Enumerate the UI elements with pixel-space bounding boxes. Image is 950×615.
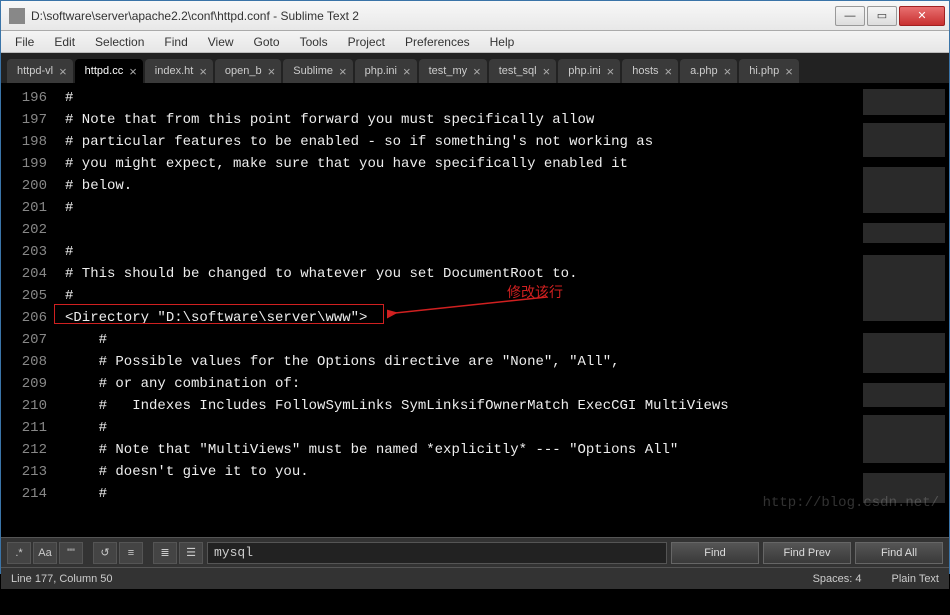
tab-close-icon[interactable]: ×: [607, 65, 615, 78]
menubar: FileEditSelectionFind ViewGotoToolsProjec…: [1, 31, 949, 53]
line-number: 203: [1, 241, 47, 263]
tab-4[interactable]: Sublime ×: [283, 59, 352, 83]
tab-label: php.ini: [568, 65, 600, 77]
highlight-box: [54, 304, 384, 324]
menu-project[interactable]: Project: [340, 33, 393, 51]
line-number: 211: [1, 417, 47, 439]
line-number: 208: [1, 351, 47, 373]
line-number: 202: [1, 219, 47, 241]
line-number: 199: [1, 153, 47, 175]
menu-view[interactable]: View: [200, 33, 242, 51]
menu-selection[interactable]: Selection: [87, 33, 152, 51]
line-number: 200: [1, 175, 47, 197]
tab-close-icon[interactable]: ×: [543, 65, 551, 78]
tab-label: httpd-vl: [17, 65, 53, 77]
find-opt-0[interactable]: .*: [7, 542, 31, 564]
menu-preferences[interactable]: Preferences: [397, 33, 478, 51]
tab-1[interactable]: httpd.cc ×: [75, 59, 143, 83]
menu-file[interactable]: File: [7, 33, 42, 51]
tab-label: index.ht: [155, 65, 194, 77]
tab-close-icon[interactable]: ×: [268, 65, 276, 78]
line-number: 212: [1, 439, 47, 461]
tab-close-icon[interactable]: ×: [724, 65, 732, 78]
tab-9[interactable]: hosts ×: [622, 59, 678, 83]
line-number: 204: [1, 263, 47, 285]
titlebar: D:\software\server\apache2.2\conf\httpd.…: [1, 1, 949, 31]
tab-label: open_b: [225, 65, 262, 77]
editor[interactable]: 1961971981992002012022032042052062072082…: [1, 83, 949, 537]
tab-3[interactable]: open_b ×: [215, 59, 281, 83]
code-text[interactable]: # # Note that from this point forward yo…: [65, 87, 859, 505]
tab-0[interactable]: httpd-vl ×: [7, 59, 73, 83]
line-number: 198: [1, 131, 47, 153]
annotation-text: 修改该行: [507, 283, 563, 305]
line-number: 196: [1, 87, 47, 109]
tab-close-icon[interactable]: ×: [339, 65, 347, 78]
window-buttons: — ▭ ✕: [833, 6, 945, 26]
status-position: Line 177, Column 50: [11, 573, 113, 585]
tab-2[interactable]: index.ht ×: [145, 59, 213, 83]
tab-label: hosts: [632, 65, 658, 77]
find-all-button[interactable]: Find All: [855, 542, 943, 564]
line-number: 205: [1, 285, 47, 307]
status-syntax[interactable]: Plain Text: [892, 573, 940, 585]
tab-label: a.php: [690, 65, 718, 77]
tab-11[interactable]: hi.php ×: [739, 59, 799, 83]
tab-label: test_sql: [499, 65, 537, 77]
tab-close-icon[interactable]: ×: [473, 65, 481, 78]
maximize-button[interactable]: ▭: [867, 6, 897, 26]
tab-label: hi.php: [749, 65, 779, 77]
app-icon: [9, 8, 25, 24]
menu-find[interactable]: Find: [156, 33, 195, 51]
line-number: 209: [1, 373, 47, 395]
tab-close-icon[interactable]: ×: [665, 65, 673, 78]
window-title: D:\software\server\apache2.2\conf\httpd.…: [31, 9, 833, 23]
menu-goto[interactable]: Goto: [246, 33, 288, 51]
line-number: 213: [1, 461, 47, 483]
line-number: 207: [1, 329, 47, 351]
menu-help[interactable]: Help: [482, 33, 523, 51]
close-button[interactable]: ✕: [899, 6, 945, 26]
tab-5[interactable]: php.ini ×: [355, 59, 417, 83]
tab-6[interactable]: test_my ×: [419, 59, 487, 83]
tab-label: php.ini: [365, 65, 397, 77]
tab-close-icon[interactable]: ×: [785, 65, 793, 78]
line-number: 201: [1, 197, 47, 219]
minimap[interactable]: [859, 83, 949, 537]
status-spaces[interactable]: Spaces: 4: [813, 573, 862, 585]
tab-close-icon[interactable]: ×: [59, 65, 67, 78]
tab-7[interactable]: test_sql ×: [489, 59, 557, 83]
line-gutter: 1961971981992002012022032042052062072082…: [1, 83, 57, 537]
menu-tools[interactable]: Tools: [292, 33, 336, 51]
line-number: 214: [1, 483, 47, 505]
tab-10[interactable]: a.php ×: [680, 59, 737, 83]
line-number: 210: [1, 395, 47, 417]
line-number: 197: [1, 109, 47, 131]
tab-label: Sublime: [293, 65, 333, 77]
tabbar: httpd-vl×httpd.cc×index.ht×open_b×Sublim…: [1, 53, 949, 83]
code-area[interactable]: # # Note that from this point forward yo…: [57, 83, 859, 537]
tab-label: httpd.cc: [85, 65, 124, 77]
find-opt-1[interactable]: Aa: [33, 542, 57, 564]
tab-8[interactable]: php.ini ×: [558, 59, 620, 83]
tab-close-icon[interactable]: ×: [199, 65, 207, 78]
line-number: 206: [1, 307, 47, 329]
minimize-button[interactable]: —: [835, 6, 865, 26]
tab-close-icon[interactable]: ×: [403, 65, 411, 78]
menu-edit[interactable]: Edit: [46, 33, 83, 51]
tab-close-icon[interactable]: ×: [129, 65, 137, 78]
tab-label: test_my: [429, 65, 468, 77]
